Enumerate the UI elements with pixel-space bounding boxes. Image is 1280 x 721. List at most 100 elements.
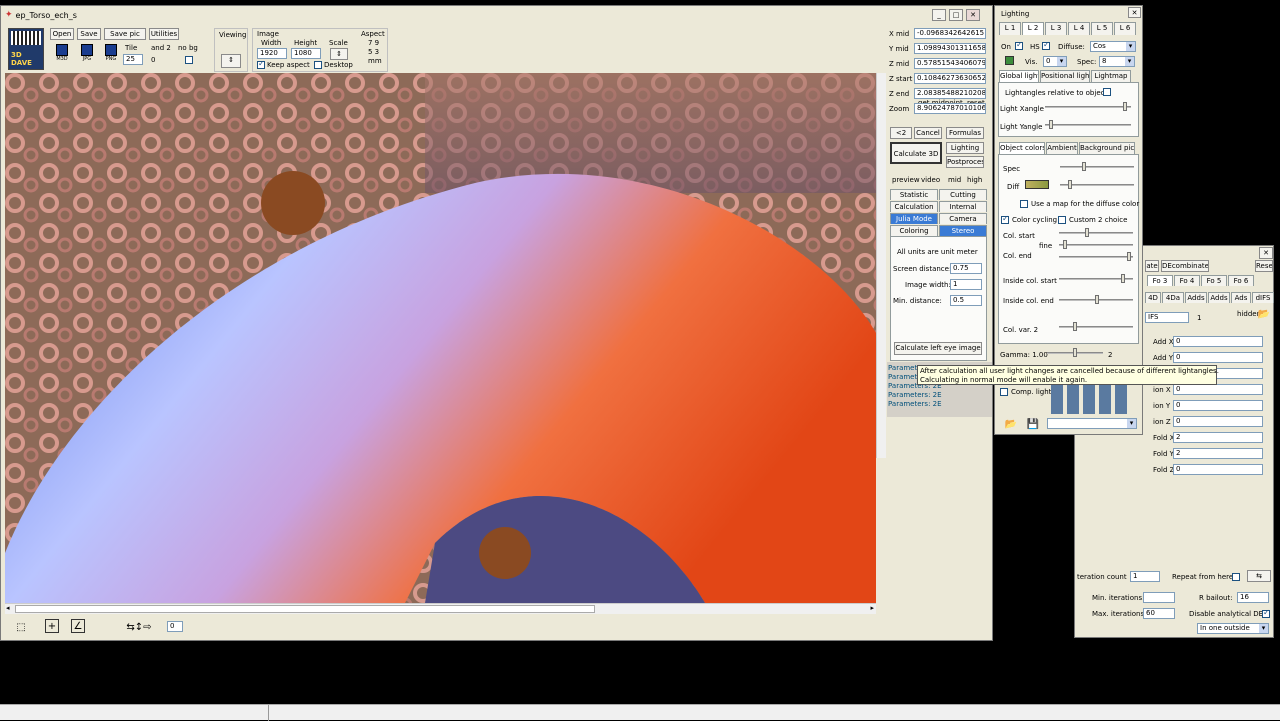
save-m3d-icon[interactable]: M3D: [53, 44, 71, 66]
coord-input[interactable]: 0.10846273630652: [914, 73, 986, 84]
color-cycling-checkbox[interactable]: [1001, 214, 1009, 224]
nobg-checkbox[interactable]: [185, 56, 193, 64]
formula-tab-decombinate[interactable]: DEcombinate: [1161, 260, 1209, 272]
tab-internal[interactable]: Internal: [939, 201, 987, 212]
col-start-slider[interactable]: [1059, 228, 1133, 238]
formula-tab-reset[interactable]: Reset: [1255, 260, 1273, 272]
formula-field-input[interactable]: 0: [1173, 400, 1263, 411]
inside-end-slider[interactable]: [1059, 295, 1133, 305]
close-button[interactable]: ✕: [966, 9, 980, 21]
formula-field-input[interactable]: 2: [1173, 448, 1263, 459]
width-input[interactable]: 1920: [257, 48, 287, 59]
folder-icon[interactable]: 📂: [1256, 306, 1272, 322]
height-input[interactable]: 1080: [291, 48, 321, 59]
tile-input[interactable]: 25: [123, 54, 143, 65]
select-zoom-icon[interactable]: ⬚: [13, 619, 29, 635]
rstop-input[interactable]: 16: [1237, 592, 1269, 603]
light-tab[interactable]: L 5: [1091, 22, 1113, 35]
open-light-icon[interactable]: 📂: [1003, 416, 1019, 432]
formula-tab-fo3[interactable]: Fo 3: [1147, 275, 1173, 286]
fine-slider[interactable]: [1059, 240, 1133, 250]
save-light-icon[interactable]: 💾: [1025, 416, 1041, 432]
light-tab[interactable]: L 6: [1114, 22, 1136, 35]
calc-left-eye-button[interactable]: Calculate left eye image: [894, 342, 982, 355]
use-map-checkbox[interactable]: [1020, 200, 1028, 208]
formula-tab-fo4[interactable]: Fo 4: [1174, 275, 1200, 286]
light-tab[interactable]: L 3: [1045, 22, 1067, 35]
relative-checkbox[interactable]: [1103, 88, 1111, 96]
vertical-scrollbar[interactable]: [876, 73, 886, 458]
coord-input[interactable]: 8.90624787010106: [914, 103, 986, 114]
maximize-button[interactable]: □: [949, 9, 963, 21]
tab-statistic[interactable]: Statistic: [890, 189, 938, 200]
col-var-slider[interactable]: [1059, 322, 1133, 332]
formula-close-button[interactable]: ✕: [1259, 247, 1273, 259]
formula-field-input[interactable]: 2: [1173, 432, 1263, 443]
max-iter-input[interactable]: 60: [1143, 608, 1175, 619]
cancel-button[interactable]: Cancel: [914, 127, 942, 139]
add-icon[interactable]: +: [45, 619, 59, 633]
hs-checkbox[interactable]: [1042, 40, 1050, 50]
tab-camera[interactable]: Camera: [939, 213, 987, 224]
light-tab[interactable]: L 4: [1068, 22, 1090, 35]
formula-tab-fo5[interactable]: Fo 5: [1201, 275, 1227, 286]
formula-tab-ate[interactable]: ate: [1145, 260, 1159, 272]
disable-de-checkbox[interactable]: [1262, 608, 1270, 618]
formula-tab-difs[interactable]: dIFS: [1252, 292, 1274, 303]
inside-outside-dropdown[interactable]: In one outside: [1197, 623, 1269, 634]
repeat-spin[interactable]: ⇆: [1247, 570, 1271, 582]
formula-tab-fo6[interactable]: Fo 6: [1228, 275, 1254, 286]
formula-field-input[interactable]: 0: [1173, 384, 1263, 395]
on-checkbox[interactable]: [1015, 40, 1023, 50]
min-distance-input[interactable]: 0.5: [950, 295, 982, 306]
keep-aspect-checkbox[interactable]: [257, 59, 265, 69]
viewing-spin[interactable]: ⇕: [221, 54, 241, 68]
min-iter-input[interactable]: [1143, 592, 1175, 603]
diff-slider[interactable]: [1060, 180, 1134, 190]
formula-tab-ads[interactable]: Ads: [1231, 292, 1251, 303]
formula-tab-adds2[interactable]: Adds: [1208, 292, 1230, 303]
formulas-button[interactable]: Formulas: [946, 127, 984, 139]
mid-option[interactable]: mid: [948, 176, 961, 185]
formula-tab-adds[interactable]: Adds: [1185, 292, 1207, 303]
render-viewport[interactable]: [5, 73, 876, 603]
postprocess-button[interactable]: Postprocess: [946, 156, 984, 168]
measure-icon[interactable]: ∠: [71, 619, 85, 633]
desktop-checkbox[interactable]: [314, 61, 322, 69]
tab-global-light[interactable]: Global light: [999, 70, 1039, 82]
light-tab[interactable]: L 2: [1022, 22, 1044, 35]
tab-coloring[interactable]: Coloring: [890, 225, 938, 236]
spec-dropdown[interactable]: 8: [1099, 56, 1135, 67]
xangle-slider[interactable]: [1045, 102, 1131, 112]
tab-calculation[interactable]: Calculation: [890, 201, 938, 212]
save-pic-button[interactable]: Save pic: [104, 28, 146, 40]
color-choice-checkbox[interactable]: [1058, 216, 1066, 224]
lighting-button[interactable]: Lighting: [946, 142, 984, 154]
coord-input[interactable]: 1.09894301311658: [914, 43, 986, 54]
coord-input[interactable]: 0.578515434060794: [914, 58, 986, 69]
lighting-close-button[interactable]: ✕: [1128, 7, 1141, 18]
gamma-slider[interactable]: [1047, 348, 1103, 358]
coord-input[interactable]: 2.08385488210208: [914, 88, 986, 99]
screen-distance-input[interactable]: 0.75: [950, 263, 982, 274]
diffuse-dropdown[interactable]: Cos: [1090, 41, 1136, 52]
scale-spin[interactable]: ⇕: [330, 48, 348, 60]
col-end-slider[interactable]: [1059, 252, 1133, 262]
formula-tab-4da[interactable]: 4Da: [1162, 292, 1184, 303]
inside-start-slider[interactable]: [1059, 274, 1133, 284]
tab-julia-mode[interactable]: Julia Mode: [890, 213, 938, 224]
tab-background-pic[interactable]: Background pic: [1079, 142, 1135, 154]
save-button[interactable]: Save: [77, 28, 101, 40]
coord-input[interactable]: -0.0968342642615: [914, 28, 986, 39]
open-button[interactable]: Open: [50, 28, 74, 40]
step-input[interactable]: 0: [167, 621, 183, 632]
diff-color-swatch[interactable]: [1025, 180, 1049, 189]
tab-stereo[interactable]: Stereo: [939, 225, 987, 236]
tab-positional-light[interactable]: Positional light: [1040, 70, 1090, 82]
yangle-slider[interactable]: [1045, 120, 1131, 130]
high-option[interactable]: high: [967, 176, 982, 185]
save-png-icon[interactable]: PNG: [102, 44, 120, 66]
comp-lights-checkbox[interactable]: [1000, 388, 1008, 396]
tab-object-colors[interactable]: Object colors: [999, 142, 1045, 154]
video-option[interactable]: video: [921, 176, 940, 185]
